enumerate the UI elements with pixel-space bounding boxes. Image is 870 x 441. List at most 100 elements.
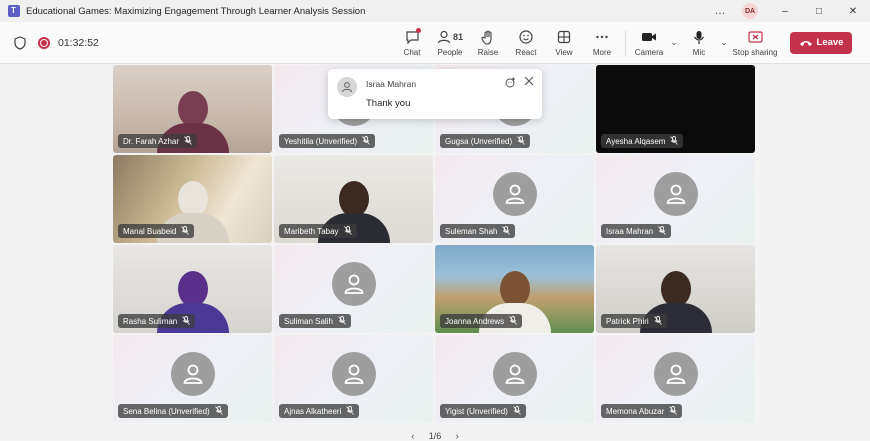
react-label: React — [515, 48, 537, 57]
recording-icon — [38, 36, 50, 49]
participant-name-tag: Ajnas Alkatheeri — [279, 404, 360, 418]
shield-icon[interactable] — [14, 35, 26, 50]
participant-name-tag: Suliman Salih — [279, 314, 351, 328]
smiley-icon — [519, 28, 533, 46]
more-options-icon[interactable]: … — [708, 5, 732, 17]
participant-name-tag: Suleman Shah — [440, 224, 516, 238]
participant-name: Suliman Salih — [284, 316, 333, 326]
mic-muted-icon — [184, 135, 192, 147]
meeting-timer: 01:32:52 — [58, 36, 99, 49]
raise-hand-button[interactable]: Raise — [469, 28, 507, 57]
participant-tile[interactable]: Patrick Phiri — [596, 245, 755, 333]
title-bar: Educational Games: Maximizing Engagement… — [0, 0, 870, 22]
stop-sharing-button[interactable]: Stop sharing — [730, 28, 780, 57]
participant-tile[interactable]: Suleman Shah — [435, 155, 594, 243]
participant-name: Ayesha Alqasem — [606, 136, 666, 146]
grid-view-icon — [557, 28, 571, 46]
view-label: View — [555, 48, 573, 57]
camera-icon — [641, 28, 657, 46]
camera-options-chevron-icon[interactable]: ⌄ — [668, 37, 680, 48]
people-icon: 81 — [437, 28, 463, 46]
participant-tile[interactable]: Yigist (Unverified) — [435, 335, 594, 423]
leave-button[interactable]: Leave — [790, 31, 852, 54]
chat-notification[interactable]: Israa Mahran Thank you — [328, 69, 542, 119]
mic-muted-icon — [670, 135, 679, 147]
participant-name: Memona Abuzar — [606, 406, 665, 416]
participant-name: Manal Buabeid — [123, 226, 177, 236]
meeting-toolbar: 01:32:52 Chat 81 People Raise React View — [0, 22, 870, 64]
avatar-placeholder-icon — [331, 351, 376, 396]
participant-name: Yeshitila (Unverified) — [284, 136, 358, 146]
participant-tile[interactable]: Memona Abuzar — [596, 335, 755, 423]
participant-name-tag: Maribeth Tabay — [279, 224, 357, 238]
mic-muted-icon — [346, 405, 355, 417]
mic-muted-icon — [513, 405, 521, 417]
unread-dot — [416, 28, 421, 33]
participant-tile[interactable]: Dr. Farah Azhar — [113, 65, 272, 153]
people-label: People — [437, 48, 463, 57]
toolbar-divider — [625, 29, 626, 56]
raise-label: Raise — [477, 48, 499, 57]
participant-name-tag: Ayesha Alqasem — [601, 134, 684, 148]
view-button[interactable]: View — [545, 28, 583, 57]
people-count: 81 — [452, 32, 463, 42]
close-notification-icon[interactable] — [524, 76, 534, 89]
user-avatar[interactable]: DA — [742, 3, 758, 19]
people-button[interactable]: 81 People — [431, 28, 469, 57]
mic-button[interactable]: Mic — [680, 28, 718, 57]
participant-name-tag: Dr. Farah Azhar — [118, 134, 198, 148]
participant-tile[interactable]: Rasha Suliman — [113, 245, 272, 333]
hand-icon — [481, 28, 495, 46]
avatar-placeholder-icon — [653, 351, 698, 396]
close-window-button[interactable]: ✕ — [836, 6, 870, 17]
window-title: Educational Games: Maximizing Engagement… — [26, 5, 366, 17]
mic-muted-icon — [502, 225, 511, 237]
participant-name-tag: Rasha Suliman — [118, 314, 196, 328]
mic-muted-icon — [343, 225, 352, 237]
more-button[interactable]: More — [583, 28, 621, 57]
sender-avatar — [337, 77, 357, 97]
mic-muted-icon — [182, 315, 191, 327]
mic-muted-icon — [214, 405, 223, 417]
notification-sender: Israa Mahran — [366, 79, 417, 89]
mic-label: Mic — [692, 48, 706, 57]
participant-name-tag: Manal Buabeid — [118, 224, 195, 238]
react-emoji-icon[interactable] — [505, 77, 516, 91]
mic-muted-icon — [658, 225, 666, 237]
participant-name: Ajnas Alkatheeri — [284, 406, 342, 416]
participant-name: Joanna Andrews — [445, 316, 505, 326]
mic-muted-icon — [338, 315, 346, 327]
maximize-button[interactable]: □ — [802, 6, 836, 17]
minimize-button[interactable]: – — [768, 6, 802, 17]
participant-name: Yigist (Unverified) — [445, 406, 508, 416]
avatar-placeholder-icon — [653, 171, 698, 216]
mic-muted-icon — [509, 315, 517, 327]
participant-tile[interactable]: Suliman Salih — [274, 245, 433, 333]
teams-logo-icon — [8, 5, 20, 17]
participant-tile[interactable]: Ajnas Alkatheeri — [274, 335, 433, 423]
participant-tile[interactable]: Israa Mahran — [596, 155, 755, 243]
participant-tile[interactable]: Maribeth Tabay — [274, 155, 433, 243]
participant-name-tag: Yigist (Unverified) — [440, 404, 526, 418]
participant-tile[interactable]: Joanna Andrews — [435, 245, 594, 333]
participant-name: Sena Belina (Unverified) — [123, 406, 210, 416]
react-button[interactable]: React — [507, 28, 545, 57]
participant-name-tag: Israa Mahran — [601, 224, 672, 238]
ellipsis-icon — [595, 28, 609, 46]
participant-name: Rasha Suliman — [123, 316, 178, 326]
camera-label: Camera — [634, 48, 664, 57]
participant-name: Patrick Phiri — [606, 316, 649, 326]
avatar-placeholder-icon — [492, 351, 537, 396]
mic-options-chevron-icon[interactable]: ⌄ — [718, 37, 730, 48]
participant-tile[interactable]: Ayesha Alqasem — [596, 65, 755, 153]
chat-button[interactable]: Chat — [393, 28, 431, 57]
camera-button[interactable]: Camera — [630, 28, 668, 57]
stop-share-icon — [747, 28, 763, 46]
participant-name-tag: Joanna Andrews — [440, 314, 523, 328]
participant-tile[interactable]: Sena Belina (Unverified) — [113, 335, 272, 423]
participant-name: Israa Mahran — [606, 226, 654, 236]
mic-muted-icon — [181, 225, 190, 237]
participant-tile[interactable]: Manal Buabeid — [113, 155, 272, 243]
chat-label: Chat — [403, 48, 421, 57]
participant-name-tag: Gugsa (Unverified) — [440, 134, 531, 148]
